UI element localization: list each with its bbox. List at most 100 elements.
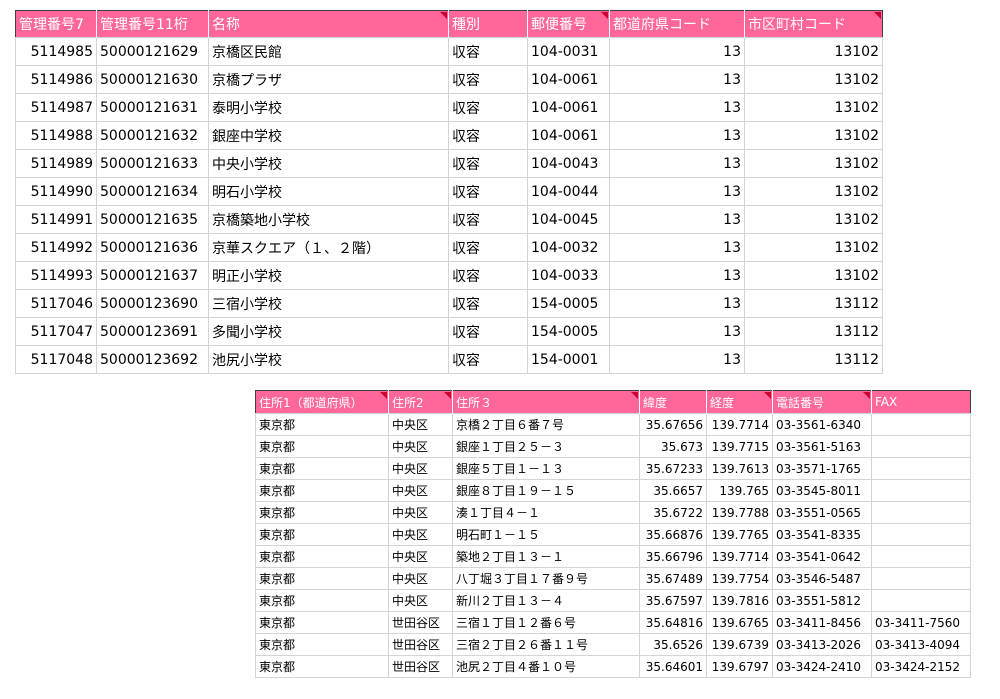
cell-latitude[interactable]: 35.67656 bbox=[639, 413, 707, 436]
cell-latitude[interactable]: 35.6526 bbox=[639, 633, 707, 656]
cell-postal[interactable]: 154-0005 bbox=[527, 317, 610, 346]
cell-city-code[interactable]: 13102 bbox=[744, 37, 883, 66]
cell-city-code[interactable]: 13102 bbox=[744, 233, 883, 262]
cell-address2[interactable]: 世田谷区 bbox=[388, 611, 453, 634]
cell-kanri11[interactable]: 50000121637 bbox=[96, 261, 209, 290]
cell-pref-code[interactable]: 13 bbox=[609, 149, 745, 178]
cell-address3[interactable]: 明石町１－１５ bbox=[452, 523, 640, 546]
cell-fax[interactable] bbox=[871, 567, 971, 590]
cell-name[interactable]: 中央小学校 bbox=[208, 149, 449, 178]
cell-latitude[interactable]: 35.66876 bbox=[639, 523, 707, 546]
cell-kanri7[interactable]: 5114992 bbox=[15, 233, 97, 262]
cell-address3[interactable]: 銀座８丁目１９－１５ bbox=[452, 479, 640, 502]
cell-type[interactable]: 収容 bbox=[448, 121, 528, 150]
cell-postal[interactable]: 104-0061 bbox=[527, 121, 610, 150]
cell-kanri11[interactable]: 50000121634 bbox=[96, 177, 209, 206]
cell-address3[interactable]: 池尻２丁目４番１０号 bbox=[452, 655, 640, 678]
column-header-address2[interactable]: 住所2 bbox=[388, 390, 453, 414]
cell-address2[interactable]: 中央区 bbox=[388, 545, 453, 568]
cell-type[interactable]: 収容 bbox=[448, 37, 528, 66]
cell-address1[interactable]: 東京都 bbox=[255, 611, 389, 634]
cell-address1[interactable]: 東京都 bbox=[255, 501, 389, 524]
cell-fax[interactable] bbox=[871, 545, 971, 568]
cell-pref-code[interactable]: 13 bbox=[609, 93, 745, 122]
cell-fax[interactable] bbox=[871, 435, 971, 458]
cell-fax[interactable]: 03-3424-2152 bbox=[871, 655, 971, 678]
cell-address1[interactable]: 東京都 bbox=[255, 435, 389, 458]
cell-city-code[interactable]: 13112 bbox=[744, 317, 883, 346]
cell-postal[interactable]: 104-0044 bbox=[527, 177, 610, 206]
cell-fax[interactable] bbox=[871, 523, 971, 546]
column-header-postal[interactable]: 郵便番号 bbox=[527, 10, 610, 38]
cell-latitude[interactable]: 35.67489 bbox=[639, 567, 707, 590]
cell-kanri11[interactable]: 50000121636 bbox=[96, 233, 209, 262]
cell-longitude[interactable]: 139.6765 bbox=[706, 611, 773, 634]
cell-address3[interactable]: 新川２丁目１３－４ bbox=[452, 589, 640, 612]
cell-postal[interactable]: 154-0005 bbox=[527, 289, 610, 318]
cell-address2[interactable]: 中央区 bbox=[388, 589, 453, 612]
cell-pref-code[interactable]: 13 bbox=[609, 121, 745, 150]
cell-phone[interactable]: 03-3571-1765 bbox=[772, 457, 872, 480]
column-header-latitude[interactable]: 緯度 bbox=[639, 390, 707, 414]
cell-address1[interactable]: 東京都 bbox=[255, 413, 389, 436]
cell-name[interactable]: 泰明小学校 bbox=[208, 93, 449, 122]
cell-pref-code[interactable]: 13 bbox=[609, 317, 745, 346]
cell-kanri7[interactable]: 5114993 bbox=[15, 261, 97, 290]
cell-name[interactable]: 京橋プラザ bbox=[208, 65, 449, 94]
cell-longitude[interactable]: 139.6739 bbox=[706, 633, 773, 656]
column-header-type[interactable]: 種別 bbox=[448, 10, 528, 38]
cell-phone[interactable]: 03-3541-8335 bbox=[772, 523, 872, 546]
cell-kanri11[interactable]: 50000123690 bbox=[96, 289, 209, 318]
cell-pref-code[interactable]: 13 bbox=[609, 233, 745, 262]
cell-type[interactable]: 収容 bbox=[448, 289, 528, 318]
cell-phone[interactable]: 03-3561-6340 bbox=[772, 413, 872, 436]
cell-address2[interactable]: 中央区 bbox=[388, 567, 453, 590]
cell-address1[interactable]: 東京都 bbox=[255, 589, 389, 612]
cell-city-code[interactable]: 13102 bbox=[744, 149, 883, 178]
cell-phone[interactable]: 03-3561-5163 bbox=[772, 435, 872, 458]
cell-phone[interactable]: 03-3413-2026 bbox=[772, 633, 872, 656]
cell-name[interactable]: 明正小学校 bbox=[208, 261, 449, 290]
cell-latitude[interactable]: 35.64601 bbox=[639, 655, 707, 678]
column-header-address1[interactable]: 住所1（都道府県） bbox=[255, 390, 389, 414]
cell-latitude[interactable]: 35.67233 bbox=[639, 457, 707, 480]
cell-pref-code[interactable]: 13 bbox=[609, 289, 745, 318]
cell-kanri7[interactable]: 5114989 bbox=[15, 149, 97, 178]
cell-address3[interactable]: 湊１丁目４－１ bbox=[452, 501, 640, 524]
cell-longitude[interactable]: 139.7613 bbox=[706, 457, 773, 480]
cell-city-code[interactable]: 13102 bbox=[744, 177, 883, 206]
cell-type[interactable]: 収容 bbox=[448, 93, 528, 122]
cell-fax[interactable] bbox=[871, 413, 971, 436]
cell-phone[interactable]: 03-3551-5812 bbox=[772, 589, 872, 612]
cell-fax[interactable] bbox=[871, 479, 971, 502]
cell-name[interactable]: 池尻小学校 bbox=[208, 345, 449, 374]
cell-fax[interactable]: 03-3413-4094 bbox=[871, 633, 971, 656]
cell-longitude[interactable]: 139.7714 bbox=[706, 413, 773, 436]
cell-longitude[interactable]: 139.765 bbox=[706, 479, 773, 502]
cell-type[interactable]: 収容 bbox=[448, 65, 528, 94]
cell-longitude[interactable]: 139.6797 bbox=[706, 655, 773, 678]
cell-phone[interactable]: 03-3546-5487 bbox=[772, 567, 872, 590]
cell-postal[interactable]: 104-0031 bbox=[527, 37, 610, 66]
column-header-longitude[interactable]: 経度 bbox=[706, 390, 773, 414]
cell-address1[interactable]: 東京都 bbox=[255, 567, 389, 590]
cell-latitude[interactable]: 35.67597 bbox=[639, 589, 707, 612]
cell-kanri7[interactable]: 5114987 bbox=[15, 93, 97, 122]
cell-city-code[interactable]: 13102 bbox=[744, 205, 883, 234]
cell-longitude[interactable]: 139.7788 bbox=[706, 501, 773, 524]
cell-address3[interactable]: 築地２丁目１３－１ bbox=[452, 545, 640, 568]
cell-name[interactable]: 京橋築地小学校 bbox=[208, 205, 449, 234]
cell-address1[interactable]: 東京都 bbox=[255, 457, 389, 480]
cell-name[interactable]: 明石小学校 bbox=[208, 177, 449, 206]
cell-address3[interactable]: 三宿２丁目２６番１１号 bbox=[452, 633, 640, 656]
cell-address3[interactable]: 三宿１丁目１２番６号 bbox=[452, 611, 640, 634]
cell-pref-code[interactable]: 13 bbox=[609, 177, 745, 206]
cell-latitude[interactable]: 35.6722 bbox=[639, 501, 707, 524]
cell-kanri11[interactable]: 50000121630 bbox=[96, 65, 209, 94]
column-header-city-code[interactable]: 市区町村コード bbox=[744, 10, 883, 38]
cell-postal[interactable]: 104-0045 bbox=[527, 205, 610, 234]
cell-city-code[interactable]: 13102 bbox=[744, 93, 883, 122]
cell-kanri11[interactable]: 50000121633 bbox=[96, 149, 209, 178]
column-header-phone[interactable]: 電話番号 bbox=[772, 390, 872, 414]
cell-phone[interactable]: 03-3541-0642 bbox=[772, 545, 872, 568]
